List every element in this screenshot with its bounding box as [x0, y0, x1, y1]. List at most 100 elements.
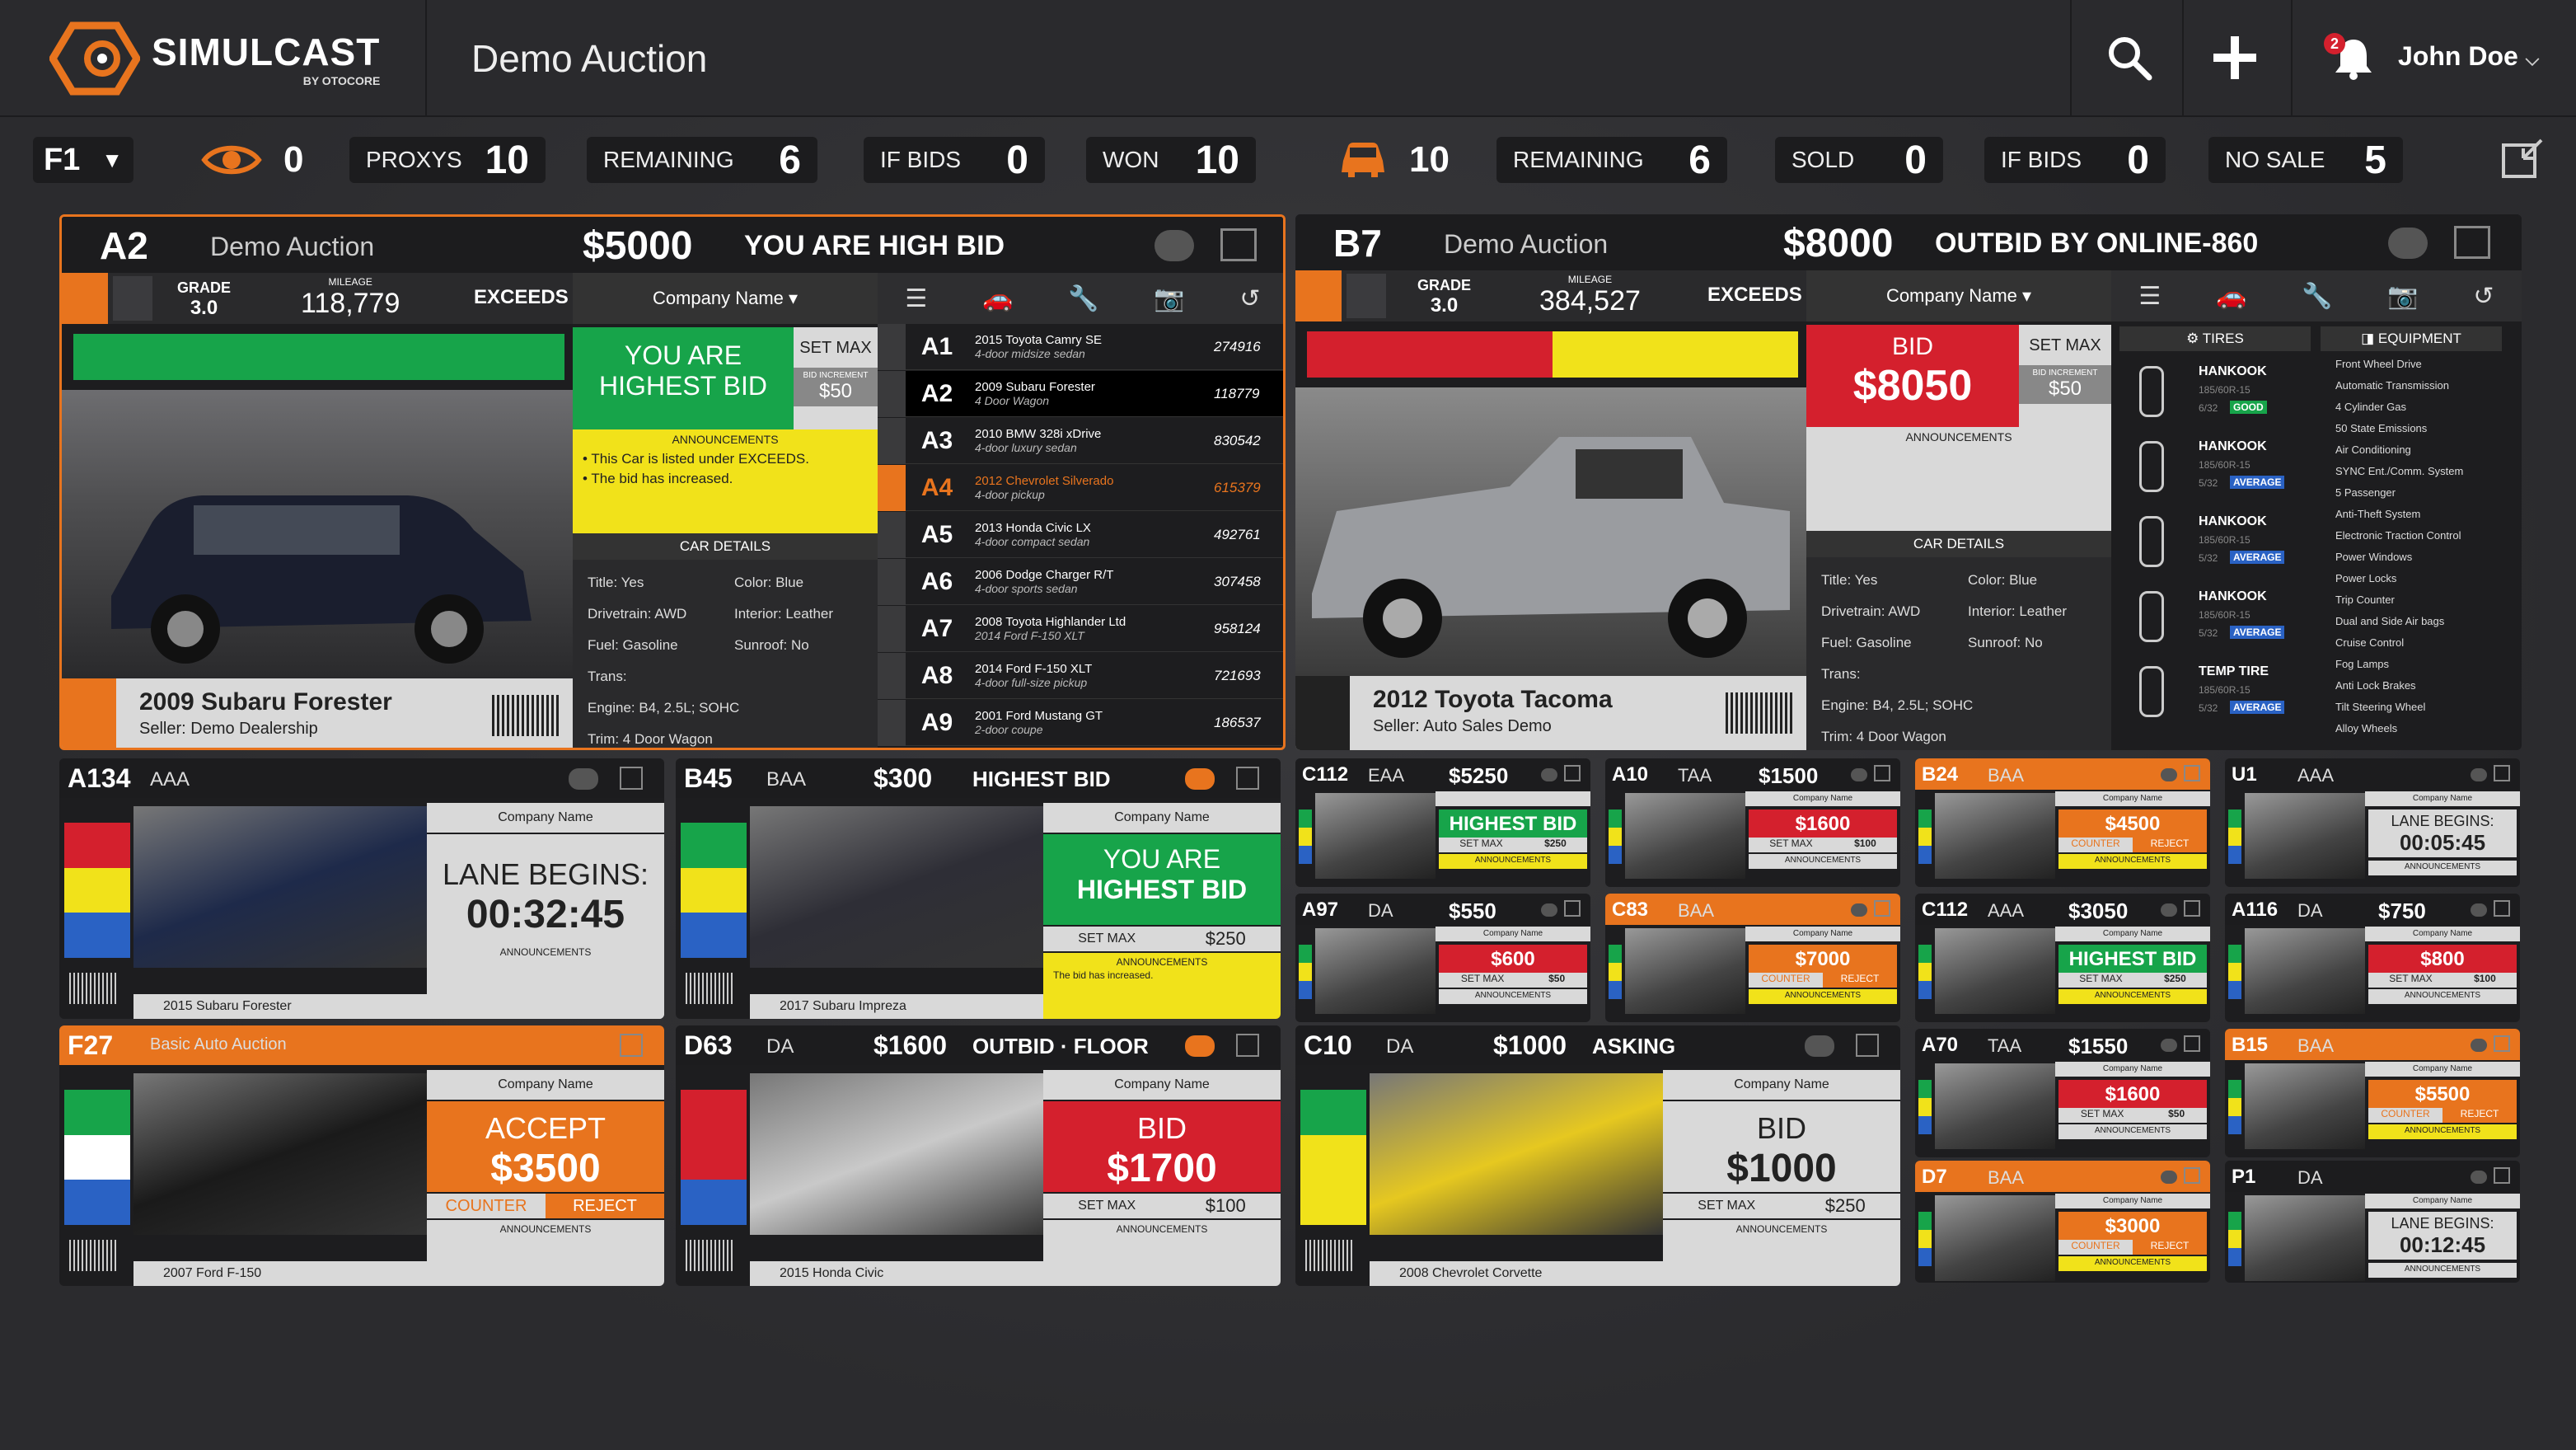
car-icon[interactable]: 🚗 — [982, 284, 1013, 313]
bid-button[interactable]: $3000 — [2058, 1212, 2207, 1240]
watch-icon[interactable] — [878, 558, 906, 605]
company-select[interactable]: Company Name ▾ — [573, 273, 878, 324]
watch-icon[interactable] — [878, 652, 906, 699]
history-icon[interactable]: ↺ — [2473, 282, 2494, 311]
document-icon[interactable] — [113, 276, 152, 321]
mini-lane-card-d7[interactable]: D7 BAA Company Name $3000 COUNTER REJECT ANNOU… — [1915, 1161, 2210, 1283]
set-max-row[interactable]: SET MAX $250 — [2058, 973, 2207, 988]
chat-icon[interactable] — [2471, 1039, 2487, 1052]
company-select[interactable]: Company Name — [1043, 1070, 1281, 1100]
chat-icon[interactable] — [2161, 768, 2177, 781]
bid-button[interactable]: $800 — [2368, 945, 2517, 973]
chat-icon[interactable] — [2388, 228, 2428, 259]
reject-button[interactable]: REJECT — [2133, 838, 2207, 852]
set-max-row[interactable]: SET MAX $50 — [1439, 973, 1587, 988]
reject-button[interactable]: REJECT — [2443, 1108, 2517, 1123]
expand-icon[interactable] — [2184, 1035, 2200, 1052]
bid-button[interactable]: ACCEPT $3500 — [427, 1101, 664, 1192]
chat-icon[interactable] — [2471, 1171, 2487, 1184]
chat-icon[interactable] — [2471, 768, 2487, 781]
set-max-row[interactable]: SET MAX $100 — [1749, 838, 1897, 852]
watch-icon[interactable] — [878, 464, 906, 511]
company-select[interactable]: Company Name — [1745, 791, 1900, 806]
set-max-row[interactable]: SET MAX $100 — [1043, 1194, 1281, 1218]
chat-icon[interactable] — [1805, 1035, 1834, 1057]
lane-card-d63[interactable]: D63 DA $1600 OUTBID · FLOOR 2015 Honda Civic… — [676, 1025, 1281, 1286]
chat-icon[interactable] — [1541, 768, 1557, 781]
vehicle-photo[interactable] — [133, 1073, 427, 1235]
expand-icon[interactable] — [1856, 1034, 1879, 1057]
user-menu[interactable]: John Doe ⌵ — [2398, 41, 2539, 72]
mini-lane-card-c112[interactable]: C112 EAA $5250 HIGHEST BID SET MAX $250 ANNOUN… — [1295, 758, 1590, 887]
add-icon[interactable] — [2202, 25, 2268, 91]
mini-lane-card-c83[interactable]: C83 BAA Company Name $7000 COUNTER REJECT ANNO… — [1605, 894, 1900, 1022]
lane-card-c10[interactable]: C10 DA $1000 ASKING 2008 Chevrolet Corvette C… — [1295, 1025, 1900, 1286]
expand-icon[interactable] — [1874, 765, 1890, 781]
watch-count[interactable]: 0 — [201, 137, 303, 183]
bid-button[interactable]: $7000 — [1749, 945, 1897, 973]
wrench-icon[interactable]: 🔧 — [2302, 282, 2332, 311]
camera-icon[interactable]: 📷 — [1154, 284, 1184, 313]
company-select[interactable]: Company Name — [2055, 1062, 2210, 1077]
expand-icon[interactable] — [2494, 1167, 2510, 1184]
list-item[interactable]: A7 2008 Toyota Highlander Ltd 2014 Ford F-… — [878, 605, 1283, 652]
list-icon[interactable]: ☰ — [905, 284, 927, 313]
chat-icon[interactable] — [2471, 903, 2487, 917]
lane-card-b45[interactable]: B45 BAA $300 HIGHEST BID 2017 Subaru Impreza… — [676, 758, 1281, 1019]
vehicle-photo[interactable] — [1315, 928, 1436, 1014]
set-max-row[interactable]: SET MAX $250 — [1663, 1194, 1900, 1218]
expand-icon[interactable] — [2494, 765, 2510, 781]
vehicle-photo[interactable] — [1935, 1063, 2055, 1149]
expand-icon[interactable] — [1220, 228, 1257, 261]
bell-icon[interactable]: 2 — [2321, 25, 2386, 91]
mini-lane-card-a70[interactable]: A70 TAA $1550 Company Name $1600 SET MAX $50 AN… — [1915, 1029, 2210, 1157]
bid-button[interactable]: $1600 — [2058, 1080, 2207, 1108]
watch-icon[interactable] — [878, 417, 906, 464]
company-select[interactable]: Company Name — [427, 803, 664, 833]
company-select[interactable]: Company Name — [1043, 803, 1281, 833]
vehicle-photo[interactable] — [1625, 928, 1745, 1014]
company-select[interactable]: Company Name — [2055, 927, 2210, 941]
set-max-row[interactable]: SET MAX $50 — [2058, 1108, 2207, 1123]
wrench-icon[interactable]: 🔧 — [1068, 284, 1098, 313]
company-select[interactable]: Company Name — [2365, 1062, 2520, 1077]
chat-icon[interactable] — [1851, 903, 1867, 917]
lane-card-b7[interactable]: B7 Demo Auction $8000 OUTBID BY ONLINE-8… — [1295, 214, 2522, 750]
company-select[interactable]: Company Name — [427, 1070, 664, 1100]
chat-icon[interactable] — [2161, 1171, 2177, 1184]
company-select[interactable]: Company Name — [1436, 927, 1590, 941]
watch-icon[interactable] — [878, 605, 906, 652]
watch-icon[interactable] — [878, 511, 906, 558]
counter-button[interactable]: COUNTER — [2058, 838, 2133, 852]
vehicle-photo[interactable] — [1935, 928, 2055, 1014]
watch-icon[interactable] — [878, 699, 906, 746]
chat-icon[interactable] — [1185, 1035, 1215, 1057]
expand-icon[interactable] — [1874, 900, 1890, 917]
vehicle-photo[interactable] — [1625, 793, 1745, 879]
expand-icon[interactable] — [620, 1034, 643, 1057]
chat-icon[interactable] — [1185, 768, 1215, 790]
list-item[interactable]: A1 2015 Toyota Camry SE 4-door midsize sed… — [878, 323, 1283, 370]
mini-lane-card-a97[interactable]: A97 DA $550 Company Name $600 SET MAX $50 ANNOU… — [1295, 894, 1590, 1022]
brand-logo[interactable]: SIMULCAST BY OTOCORE — [49, 21, 380, 96]
company-select[interactable]: Company Name — [1745, 927, 1900, 941]
bid-button[interactable]: $600 — [1439, 945, 1587, 973]
vehicle-photo[interactable] — [1315, 793, 1436, 879]
expand-icon[interactable] — [1564, 900, 1581, 917]
camera-icon[interactable]: 📷 — [2387, 282, 2418, 311]
expand-icon[interactable] — [2184, 765, 2200, 781]
chat-icon[interactable] — [2161, 1039, 2177, 1052]
list-item[interactable]: A9 2001 Ford Mustang GT 2-door coupe 186537 — [878, 699, 1283, 746]
set-max-panel[interactable]: SET MAX BID INCREMENT $50 — [794, 327, 878, 429]
counter-button[interactable]: COUNTER — [1749, 973, 1823, 988]
reject-button[interactable]: REJECT — [1823, 973, 1897, 988]
company-select[interactable]: Company Name — [2365, 1194, 2520, 1208]
lane-card-f27[interactable]: F27 Basic Auto Auction 2007 Ford F-150 Comp… — [59, 1025, 664, 1286]
set-max-row[interactable]: SET MAX $100 — [2368, 973, 2517, 988]
mute-icon[interactable] — [1295, 676, 1350, 750]
chat-icon[interactable] — [569, 1035, 598, 1057]
watch-icon[interactable] — [878, 323, 906, 370]
set-max-panel[interactable]: SET MAX BID INCREMENT $50 — [2019, 325, 2111, 427]
expand-icon[interactable] — [2494, 1035, 2510, 1052]
mini-lane-card-u1[interactable]: U1 AAA Company Name LANE BEGINS: 00:05:45 ANN… — [2225, 758, 2520, 887]
